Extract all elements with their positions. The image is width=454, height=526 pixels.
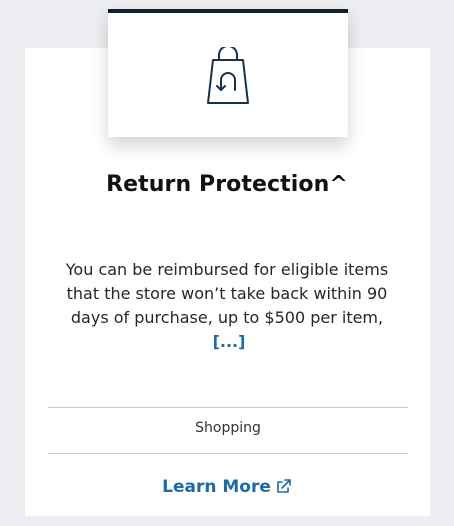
card-title: Return Protection^	[106, 172, 348, 197]
external-link-icon	[276, 478, 292, 499]
category-label: Shopping	[195, 420, 261, 436]
shopping-bag-return-icon	[207, 47, 249, 104]
icon-tile	[108, 9, 348, 137]
divider-bottom	[48, 453, 408, 454]
card-description: You can be reimbursed for eligible items…	[55, 258, 399, 354]
description-text: You can be reimbursed for eligible items…	[65, 260, 389, 327]
divider-top	[48, 407, 408, 408]
learn-more-link[interactable]: Learn More	[0, 477, 454, 499]
read-more-link[interactable]: [...]	[213, 332, 246, 351]
learn-more-label: Learn More	[162, 477, 271, 497]
